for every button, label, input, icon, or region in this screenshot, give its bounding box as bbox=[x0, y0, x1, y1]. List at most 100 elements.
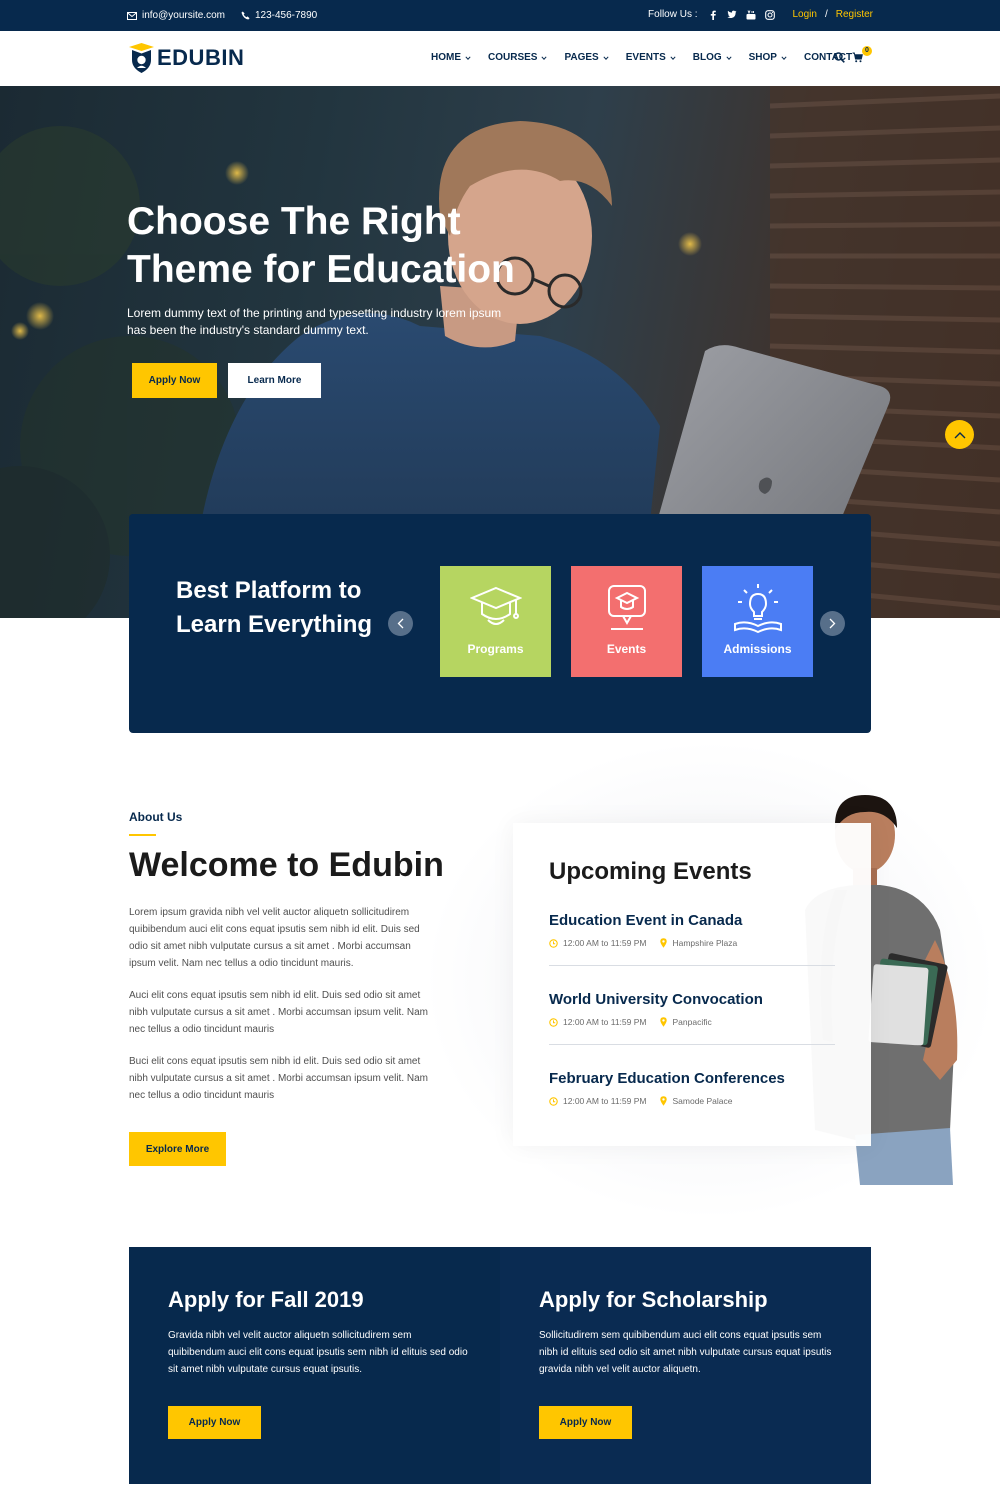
scroll-to-top-button[interactable] bbox=[945, 420, 974, 449]
about-paragraph-2: Auci elit cons equat ipsutis sem nibh id… bbox=[129, 990, 429, 1035]
card-admissions[interactable]: Admissions bbox=[702, 566, 813, 677]
cart-count-badge: 0 bbox=[862, 46, 872, 56]
apply-fall-column: Apply for Fall 2019 Gravida nibh vel vel… bbox=[168, 1287, 468, 1439]
chevron-down-icon bbox=[726, 55, 732, 60]
nav-shop[interactable]: SHOP bbox=[749, 52, 787, 63]
lightbulb-book-icon bbox=[730, 580, 786, 636]
register-link[interactable]: Register bbox=[836, 9, 873, 20]
event-item[interactable]: World University Convocation 12:00 AM to… bbox=[549, 991, 835, 1045]
event-title[interactable]: Education Event in Canada bbox=[549, 912, 835, 929]
clock-icon bbox=[549, 938, 558, 948]
login-separator: / bbox=[824, 9, 828, 20]
clock-icon bbox=[549, 1096, 558, 1106]
event-meta: 12:00 AM to 11:59 PM Samode Palace bbox=[549, 1096, 835, 1106]
phone-icon bbox=[241, 11, 250, 20]
event-divider bbox=[549, 1044, 835, 1045]
nav-label: SHOP bbox=[748, 52, 777, 63]
chevron-down-icon bbox=[541, 55, 548, 60]
main-nav: HOME COURSES PAGES EVENTS BLOG SHOP CONT… bbox=[431, 52, 869, 63]
event-item[interactable]: Education Event in Canada 12:00 AM to 11… bbox=[549, 912, 835, 966]
card-programs[interactable]: Programs bbox=[440, 566, 551, 677]
card-events[interactable]: Events bbox=[571, 566, 682, 677]
card-label: Programs bbox=[467, 642, 524, 656]
event-place-text: Samode Palace bbox=[672, 1096, 733, 1106]
nav-courses[interactable]: COURSES bbox=[488, 52, 548, 63]
event-title[interactable]: World University Convocation bbox=[549, 991, 835, 1008]
main-header: EDUBIN HOME COURSES PAGES EVENTS BLOG SH… bbox=[0, 31, 1000, 86]
site-logo[interactable]: EDUBIN bbox=[128, 42, 244, 74]
event-place-text: Panpacific bbox=[672, 1017, 712, 1027]
facebook-icon[interactable] bbox=[708, 10, 718, 20]
login-link[interactable]: Login bbox=[793, 9, 817, 20]
carousel-prev-button[interactable] bbox=[388, 611, 413, 636]
event-divider bbox=[549, 965, 835, 966]
nav-label: COURSES bbox=[488, 52, 538, 63]
event-time: 12:00 AM to 11:59 PM bbox=[549, 1096, 646, 1106]
instagram-icon[interactable] bbox=[764, 9, 775, 20]
about-title: Welcome to Edubin bbox=[129, 846, 444, 884]
apply-scholarship-title: Apply for Scholarship bbox=[539, 1287, 768, 1312]
nav-label: EVENTS bbox=[625, 52, 666, 63]
nav-label: HOME bbox=[431, 52, 461, 63]
social-icons bbox=[708, 9, 775, 20]
platform-title: Best Platform to Learn Everything bbox=[176, 577, 373, 638]
youtube-icon[interactable] bbox=[746, 9, 756, 20]
upcoming-events-card: Upcoming Events Education Event in Canad… bbox=[513, 823, 871, 1146]
nav-home[interactable]: HOME bbox=[431, 52, 471, 63]
map-marker-icon bbox=[660, 1017, 668, 1027]
logo-text: EDUBIN bbox=[157, 45, 245, 70]
phone-item[interactable]: 123-456-7890 bbox=[241, 10, 317, 21]
chevron-right-icon bbox=[829, 618, 836, 629]
event-meta: 12:00 AM to 11:59 PM Hampshire Plaza bbox=[549, 938, 835, 948]
event-place: Samode Palace bbox=[660, 1096, 733, 1106]
clock-icon bbox=[549, 1017, 558, 1027]
card-label: Events bbox=[606, 642, 647, 656]
cart-icon[interactable] bbox=[852, 52, 863, 63]
chevron-left-icon bbox=[397, 618, 404, 629]
about-label: About Us bbox=[129, 810, 183, 824]
platform-section: Best Platform to Learn Everything Progra… bbox=[129, 514, 871, 733]
event-time: 12:00 AM to 11:59 PM bbox=[549, 1017, 646, 1027]
hero-title: Choose The Right Theme for Education bbox=[127, 200, 515, 291]
chevron-down-icon bbox=[603, 55, 609, 60]
email-text: info@yoursite.com bbox=[142, 10, 225, 21]
apply-scholarship-column: Apply for Scholarship Sollicitudirem sem… bbox=[539, 1287, 839, 1439]
event-time: 12:00 AM to 11:59 PM bbox=[549, 938, 646, 948]
twitter-icon[interactable] bbox=[726, 10, 737, 20]
top-bar: info@yoursite.com 123-456-7890 Follow Us… bbox=[0, 0, 1000, 31]
search-icon[interactable] bbox=[834, 52, 845, 63]
learn-more-button[interactable]: Learn More bbox=[228, 363, 321, 398]
apply-now-button[interactable]: Apply Now bbox=[132, 363, 217, 398]
explore-more-button[interactable]: Explore More bbox=[129, 1132, 226, 1166]
chevron-up-icon bbox=[954, 431, 965, 438]
map-marker-icon bbox=[660, 938, 668, 948]
event-item[interactable]: February Education Conferences 12:00 AM … bbox=[549, 1070, 835, 1106]
apply-scholarship-button[interactable]: Apply Now bbox=[539, 1406, 632, 1439]
apply-scholarship-text: Sollicitudirem sem quibibendum auci elit… bbox=[539, 1330, 832, 1375]
about-paragraph-3: Buci elit cons equat ipsutis sem nibh id… bbox=[129, 1056, 429, 1101]
apply-fall-title: Apply for Fall 2019 bbox=[168, 1287, 364, 1312]
event-title[interactable]: February Education Conferences bbox=[549, 1070, 835, 1087]
nav-blog[interactable]: BLOG bbox=[693, 52, 732, 63]
apply-fall-button[interactable]: Apply Now bbox=[168, 1406, 261, 1439]
about-underline bbox=[129, 834, 156, 836]
event-time-text: 12:00 AM to 11:59 PM bbox=[563, 1017, 647, 1027]
phone-text: 123-456-7890 bbox=[254, 10, 318, 21]
top-contact: info@yoursite.com 123-456-7890 bbox=[127, 10, 317, 21]
nav-events[interactable]: EVENTS bbox=[626, 52, 676, 63]
about-paragraph-1: Lorem ipsum gravida nibh vel velit aucto… bbox=[129, 907, 420, 969]
apply-fall-text: Gravida nibh vel velit auctor aliquetn s… bbox=[168, 1330, 468, 1375]
event-place-text: Hampshire Plaza bbox=[672, 938, 738, 948]
map-marker-icon bbox=[660, 1096, 668, 1106]
chevron-down-icon bbox=[781, 55, 787, 60]
event-chat-icon bbox=[599, 580, 655, 636]
nav-label: PAGES bbox=[564, 52, 599, 63]
follow-label: Follow Us : bbox=[648, 9, 698, 20]
carousel-next-button[interactable] bbox=[820, 611, 845, 636]
event-place: Panpacific bbox=[660, 1017, 712, 1027]
email-item[interactable]: info@yoursite.com bbox=[127, 10, 225, 21]
envelope-icon bbox=[127, 11, 137, 20]
nav-pages[interactable]: PAGES bbox=[564, 52, 609, 63]
event-time-text: 12:00 AM to 11:59 PM bbox=[563, 938, 647, 948]
events-title: Upcoming Events bbox=[549, 858, 752, 885]
